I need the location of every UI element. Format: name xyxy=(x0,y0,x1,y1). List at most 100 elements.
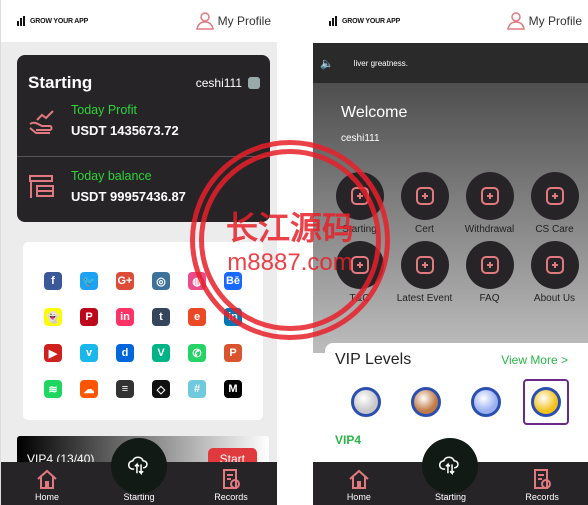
social-link[interactable]: ≋ xyxy=(35,376,71,402)
notice-bar: 🔈 liver greatness. xyxy=(313,43,588,83)
social-link[interactable]: M xyxy=(215,376,251,402)
menu-item[interactable]: Latest Event xyxy=(392,241,457,304)
social-link[interactable]: t xyxy=(143,304,179,330)
starting-fab[interactable] xyxy=(422,438,479,494)
quick-menu: Starting Cert Withdrawal CS Care T&C Latest E… xyxy=(327,172,587,304)
cloud-sync-icon xyxy=(439,456,460,476)
header: GROW YOUR APP My Profile xyxy=(313,0,588,42)
social-link[interactable]: ◎ xyxy=(143,268,179,294)
profit-label: Today Profit xyxy=(71,103,138,117)
medal-list xyxy=(335,379,578,425)
header: GROW YOUR APP My Profile xyxy=(1,0,277,42)
my-profile-link[interactable]: My Profile xyxy=(195,12,271,30)
google-plus-icon: G+ xyxy=(116,272,134,290)
soundcloud-icon: ☁ xyxy=(80,380,98,398)
nav-records[interactable]: Records xyxy=(196,468,266,502)
my-profile-link[interactable]: My Profile xyxy=(506,12,582,30)
spotify-icon: ≋ xyxy=(44,380,62,398)
social-link[interactable]: in xyxy=(215,304,251,330)
social-link[interactable]: ◇ xyxy=(143,376,179,402)
logo-text: GROW YOUR APP xyxy=(342,17,401,25)
user-icon xyxy=(195,12,214,30)
whatsapp-icon: ✆ xyxy=(188,344,206,362)
divider xyxy=(17,156,270,157)
user-icon xyxy=(506,12,525,30)
social-link[interactable]: P xyxy=(215,340,251,366)
vine-icon: V xyxy=(152,344,170,362)
social-link[interactable]: Bē xyxy=(215,268,251,294)
my-profile-label: My Profile xyxy=(528,14,582,28)
today-profit: Today Profit USDT 1435673.72 xyxy=(27,103,179,138)
nav-home-label: Home xyxy=(346,492,371,502)
terms-icon xyxy=(335,241,384,289)
menu-item[interactable]: Cert xyxy=(392,172,457,235)
social-link[interactable]: ◍ xyxy=(179,268,215,294)
vimeo-icon: v xyxy=(80,344,98,362)
gold-medal-icon[interactable] xyxy=(523,379,569,425)
social-link[interactable]: e xyxy=(179,304,215,330)
balance-value: USDT 99957436.87 xyxy=(71,189,186,204)
social-link[interactable]: d xyxy=(107,340,143,366)
profit-hand-icon xyxy=(29,109,54,134)
bottom-nav: Home Starting Records xyxy=(313,438,588,505)
menu-item-label: Latest Event xyxy=(396,293,453,304)
social-link[interactable]: ✆ xyxy=(179,340,215,366)
starting-fab[interactable] xyxy=(111,438,167,494)
bar-chart-icon xyxy=(17,16,25,26)
social-link[interactable]: V xyxy=(143,340,179,366)
withdraw-icon xyxy=(465,172,514,220)
social-link[interactable]: G+ xyxy=(107,268,143,294)
view-more-link[interactable]: View More > xyxy=(501,353,568,367)
silver-medal-icon[interactable] xyxy=(343,379,389,425)
records-icon xyxy=(223,469,240,489)
menu-item-label: CS Care xyxy=(535,224,574,235)
menu-item-label: Starting xyxy=(342,224,377,235)
menu-item-label: T&C xyxy=(349,293,370,304)
profit-value: USDT 1435673.72 xyxy=(71,123,179,138)
records-icon xyxy=(534,469,552,489)
nav-records[interactable]: Records xyxy=(507,468,577,502)
menu-item[interactable]: FAQ xyxy=(457,241,522,304)
social-link[interactable]: v xyxy=(71,340,107,366)
bronze-medal-icon[interactable] xyxy=(403,379,449,425)
nav-starting[interactable]: Starting xyxy=(104,438,174,502)
cloud-sync-icon xyxy=(335,172,384,220)
menu-item[interactable]: CS Care xyxy=(522,172,587,235)
buffer-icon: ≡ xyxy=(116,380,134,398)
social-link[interactable]: ≡ xyxy=(107,376,143,402)
nav-home[interactable]: Home xyxy=(12,468,82,502)
welcome-title: Welcome xyxy=(341,104,408,121)
right-phone: GROW YOUR APP My Profile 🔈 liver greatnes… xyxy=(313,0,588,505)
logo[interactable]: GROW YOUR APP xyxy=(329,16,400,26)
stats-card: Starting ceshi111 Today Profit USDT 14356… xyxy=(17,55,270,222)
nav-records-label: Records xyxy=(214,492,248,502)
social-link[interactable]: f xyxy=(35,268,71,294)
nav-home[interactable]: Home xyxy=(324,468,394,502)
menu-item[interactable]: T&C xyxy=(327,241,392,304)
menu-item-label: About Us xyxy=(533,293,576,304)
nav-starting[interactable]: Starting xyxy=(415,438,485,502)
diamond-medal-icon[interactable] xyxy=(463,379,509,425)
menu-item-label: Cert xyxy=(415,224,434,235)
nav-records-label: Records xyxy=(525,492,559,502)
dailymotion-icon: d xyxy=(116,344,134,362)
producthunt-icon: P xyxy=(224,344,242,362)
social-link[interactable]: 👻 xyxy=(35,304,71,330)
menu-item[interactable]: About Us xyxy=(522,241,587,304)
menu-item[interactable]: Withdrawal xyxy=(457,172,522,235)
tumblr-icon: t xyxy=(152,308,170,326)
facebook-icon: f xyxy=(44,272,62,290)
bottom-nav: Home Starting Records xyxy=(1,438,277,505)
social-link[interactable]: P xyxy=(71,304,107,330)
logo[interactable]: GROW YOUR APP xyxy=(17,16,88,26)
menu-item[interactable]: Starting xyxy=(327,172,392,235)
social-link[interactable]: 🐦 xyxy=(71,268,107,294)
social-link[interactable]: # xyxy=(179,376,215,402)
social-link[interactable]: ▶ xyxy=(35,340,71,366)
cloud-sync-icon xyxy=(128,456,148,476)
social-link[interactable]: ☁ xyxy=(71,376,107,402)
balance-label: Today balance xyxy=(71,169,152,183)
today-balance: Today balance USDT 99957436.87 xyxy=(27,169,186,204)
social-grid: f 🐦 G+ ◎ ◍ Bē 👻 Pin t e in ▶ v d V ✆ P ≋ ☁ ≡ ◇ # M xyxy=(23,242,263,420)
social-link[interactable]: in xyxy=(107,304,143,330)
